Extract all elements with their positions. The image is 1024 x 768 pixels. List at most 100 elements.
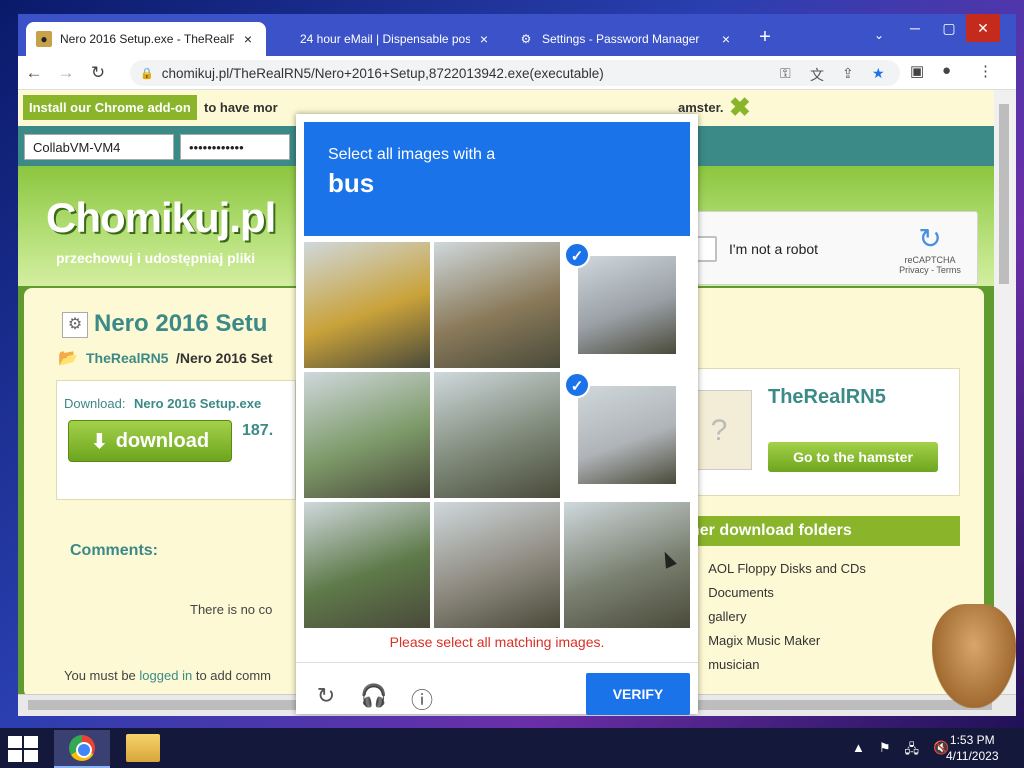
scroll-thumb[interactable]: [999, 104, 1009, 284]
captcha-prompt: Select all images with a: [328, 146, 496, 163]
password-field[interactable]: ••••••••••••: [180, 134, 290, 160]
reload-icon[interactable]: ↻: [82, 58, 114, 88]
windows-start-icon[interactable]: [8, 736, 38, 762]
checkmark-icon: ✓: [564, 372, 590, 398]
install-addon-button[interactable]: Install our Chrome add-on: [23, 95, 197, 120]
side-panel-icon[interactable]: ▣: [910, 62, 924, 80]
login-required-text: You must be logged in to add comm: [64, 668, 271, 683]
folder-item[interactable]: 📁musician: [684, 652, 964, 676]
folder-item[interactable]: 📁gallery: [684, 604, 964, 628]
maximize-button[interactable]: ▢: [932, 14, 966, 42]
address-bar[interactable]: 🔒 chomikuj.pl/TheRealRN5/Nero+2016+Setup…: [130, 60, 900, 86]
folder-name: musician: [708, 656, 760, 672]
clock-date: 4/11/2023: [946, 749, 999, 763]
captcha-target: bus: [328, 168, 375, 198]
tab-settings[interactable]: ⚙ Settings - Password Manager ×: [508, 22, 744, 56]
username-field[interactable]: CollabVM-VM4: [24, 134, 174, 160]
back-icon[interactable]: ←: [18, 58, 50, 88]
download-button[interactable]: ⬇ download: [68, 420, 232, 462]
forward-icon[interactable]: →: [50, 58, 82, 88]
close-window-button[interactable]: ✕: [966, 14, 1000, 42]
captcha-tile[interactable]: [304, 242, 430, 368]
download-filename[interactable]: Nero 2016 Setup.exe: [134, 396, 261, 411]
captcha-tile[interactable]: ✓: [564, 372, 690, 498]
checkmark-icon: ✓: [564, 242, 590, 268]
captcha-tile-image: [578, 256, 676, 354]
captcha-tile-image: [304, 372, 430, 498]
tab-title: Nero 2016 Setup.exe - TheRealRN5: [60, 32, 234, 46]
tab-close-icon[interactable]: ×: [476, 31, 492, 47]
folder-list: 📁AOL Floppy Disks and CDs 📁Documents 📁ga…: [684, 556, 964, 676]
login-required-post: to add comm: [195, 668, 271, 683]
captcha-tile-image: [434, 502, 560, 628]
verify-button[interactable]: VERIFY: [586, 673, 690, 715]
bookmark-star-icon[interactable]: ★: [872, 65, 885, 82]
download-label: Download:: [64, 396, 126, 411]
chrome-taskbar-icon[interactable]: [54, 730, 110, 768]
tab-close-icon[interactable]: ×: [718, 31, 734, 47]
captcha-tile-image: [434, 372, 560, 498]
folder-item[interactable]: 📁AOL Floppy Disks and CDs: [684, 556, 964, 580]
captcha-tile[interactable]: [304, 372, 430, 498]
folder-item[interactable]: 📁Magix Music Maker: [684, 628, 964, 652]
recaptcha-brand-text: reCAPTCHA: [904, 255, 956, 265]
captcha-tile[interactable]: [304, 502, 430, 628]
headphones-icon[interactable]: 🎧: [360, 683, 388, 711]
captcha-tile[interactable]: ✓: [564, 242, 690, 368]
minimize-button[interactable]: ─: [898, 14, 932, 42]
lock-icon: 🔒: [140, 67, 154, 80]
captcha-tile[interactable]: [434, 242, 560, 368]
hamster-mascot: [932, 604, 1016, 708]
new-tab-button[interactable]: +: [752, 26, 778, 49]
file-explorer-icon[interactable]: [126, 734, 160, 762]
vertical-scrollbar[interactable]: [994, 90, 1016, 694]
info-icon[interactable]: ⓘ: [408, 683, 436, 713]
captcha-header: Select all images with a bus: [304, 122, 690, 236]
translate-icon[interactable]: 文: [810, 65, 824, 85]
site-logo[interactable]: Chomikuj.pl: [46, 194, 276, 242]
profile-avatar-icon[interactable]: ●: [942, 62, 951, 79]
logged-in-link[interactable]: logged in: [139, 668, 192, 683]
recaptcha-links[interactable]: Privacy - Terms: [895, 265, 965, 275]
captcha-tile-image: [578, 386, 676, 484]
captcha-tile-image: [434, 242, 560, 368]
action-center-flag-icon[interactable]: ⚑: [879, 740, 891, 762]
system-clock[interactable]: 1:53 PM 4/11/2023: [946, 732, 999, 764]
folder-name: AOL Floppy Disks and CDs: [708, 560, 866, 576]
captcha-tile-image: [304, 242, 430, 368]
download-arrow-icon: ⬇: [90, 430, 108, 453]
tray-expand-icon[interactable]: ▲: [852, 740, 865, 762]
folder-name: Magix Music Maker: [708, 632, 821, 648]
gear-icon: ⚙: [520, 32, 532, 46]
tab-nero[interactable]: ● Nero 2016 Setup.exe - TheRealRN5 ×: [26, 22, 266, 56]
download-size: 187.: [242, 422, 274, 439]
network-icon[interactable]: 🖧: [905, 740, 920, 762]
folder-item[interactable]: 📁Documents: [684, 580, 964, 604]
tab-email[interactable]: 24 hour eMail | Dispensable postbox ×: [290, 22, 502, 56]
user-name[interactable]: TheRealRN5: [768, 386, 886, 409]
captcha-error: Please select all matching images.: [389, 634, 605, 650]
download-button-label: download: [115, 429, 210, 452]
url-text: chomikuj.pl/TheRealRN5/Nero+2016+Setup,8…: [161, 65, 604, 81]
reload-icon[interactable]: ↻: [312, 683, 340, 711]
recaptcha-widget: I'm not a robot ↻ reCAPTCHA Privacy - Te…: [678, 211, 978, 285]
browser-window: ● Nero 2016 Setup.exe - TheRealRN5 × 24 …: [18, 14, 1016, 716]
captcha-tile[interactable]: [434, 502, 560, 628]
tab-close-icon[interactable]: ×: [240, 31, 256, 47]
menu-kebab-icon[interactable]: ⋮: [978, 62, 993, 80]
close-banner-icon[interactable]: ✖: [729, 92, 751, 123]
captcha-tile-image: [304, 502, 430, 628]
key-icon[interactable]: ⚿: [780, 65, 791, 82]
tab-title: Settings - Password Manager: [542, 32, 700, 46]
system-tray: ▲ ⚑ 🖧 🔇: [852, 740, 949, 762]
share-icon[interactable]: ⇪: [842, 65, 854, 82]
captcha-tile[interactable]: [434, 372, 560, 498]
recaptcha-brand: ↻ reCAPTCHA Privacy - Terms: [895, 222, 965, 275]
hamster-text: amster.: [678, 100, 724, 115]
clock-time: 1:53 PM: [949, 733, 995, 747]
tab-search-icon[interactable]: ⌄: [874, 28, 884, 42]
breadcrumb-user[interactable]: TheRealRN5: [86, 350, 168, 366]
go-to-hamster-button[interactable]: Go to the hamster: [768, 442, 938, 472]
comments-heading: Comments:: [70, 542, 159, 559]
taskbar: ▲ ⚑ 🖧 🔇 1:53 PM 4/11/2023: [0, 728, 1024, 768]
